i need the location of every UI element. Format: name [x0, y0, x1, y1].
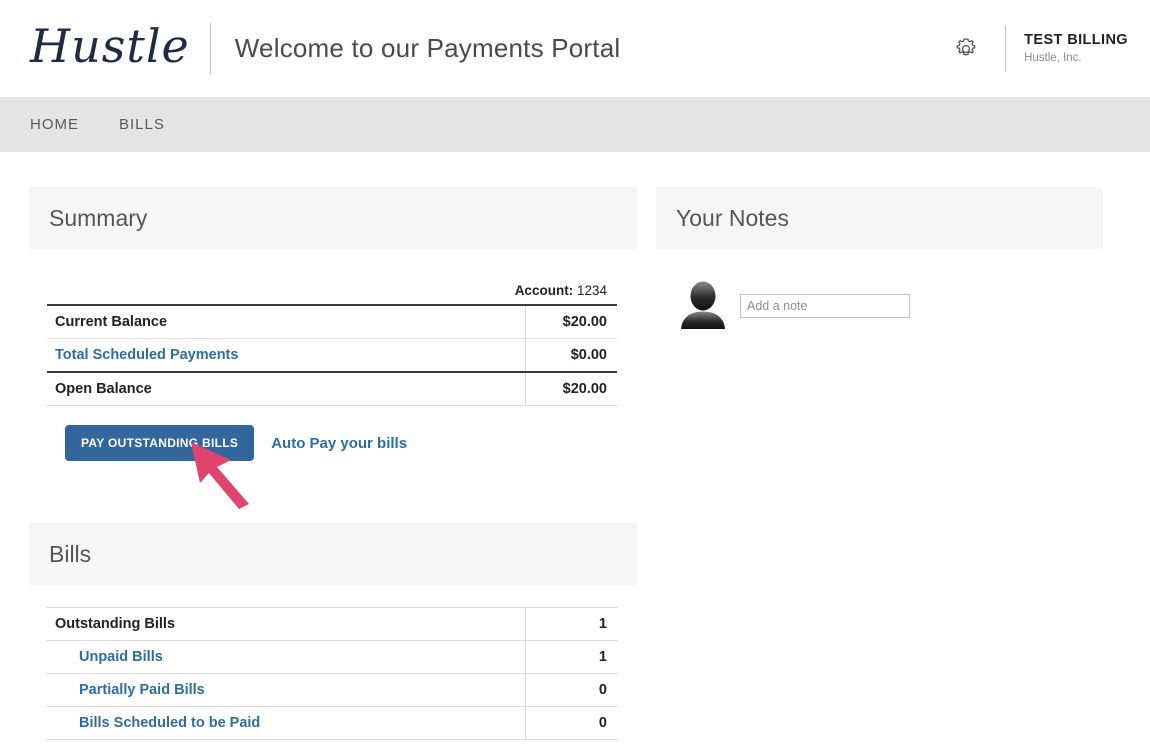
notes-title: Your Notes [676, 204, 789, 231]
header-account-area: TEST BILLING Hustle, Inc. [949, 0, 1128, 97]
page-content: Summary Account: 1234 Current Balance $2… [0, 152, 1150, 740]
gear-icon[interactable] [949, 32, 983, 66]
summary-row-label-2: Open Balance [47, 371, 525, 406]
table-row: Current Balance $20.00 [47, 304, 617, 339]
brand-logo[interactable]: Hustle [30, 23, 190, 75]
left-column: Summary Account: 1234 Current Balance $2… [0, 187, 637, 740]
notes-body [656, 249, 1103, 333]
auto-pay-link[interactable]: Auto Pay your bills [271, 435, 407, 452]
account-name: TEST BILLING [1024, 32, 1128, 49]
summary-row-value-1: $0.00 [524, 338, 617, 372]
bills-row-value-2: 0 [524, 673, 617, 707]
account-number-value: 1234 [576, 283, 607, 298]
summary-actions: PAY OUTSTANDING BILLS Auto Pay your bill… [47, 406, 617, 509]
table-row: Partially Paid Bills 0 [47, 673, 617, 707]
notes-panel: Your Notes [656, 187, 1103, 333]
summary-row-value-0: $20.00 [524, 304, 617, 339]
page-header: Hustle Welcome to our Payments Portal TE… [0, 0, 1150, 97]
bills-table-wrap: Outstanding Bills 1 Unpaid Bills 1 Parti… [29, 585, 637, 740]
bills-row-label-2[interactable]: Partially Paid Bills [47, 673, 525, 707]
summary-table: Current Balance $20.00 Total Scheduled P… [47, 304, 617, 406]
summary-row-label-0: Current Balance [47, 304, 525, 339]
user-avatar-icon [681, 281, 725, 329]
summary-panel: Summary Account: 1234 Current Balance $2… [29, 187, 637, 509]
welcome-title: Welcome to our Payments Portal [234, 33, 621, 63]
summary-row-value-2: $20.00 [524, 371, 617, 406]
bills-row-label-1[interactable]: Unpaid Bills [47, 640, 525, 674]
nav-item-home[interactable]: HOME [30, 116, 79, 133]
notes-panel-header: Your Notes [656, 187, 1103, 249]
header-divider [209, 22, 211, 75]
summary-table-wrap: Account: 1234 Current Balance $20.00 Tot… [29, 249, 637, 509]
account-label-text: Account: [514, 283, 574, 298]
add-note-input[interactable] [740, 294, 910, 318]
summary-row-label-1[interactable]: Total Scheduled Payments [47, 338, 525, 372]
table-row: Total Scheduled Payments $0.00 [47, 338, 617, 372]
account-org: Hustle, Inc. [1024, 52, 1082, 65]
account-block[interactable]: TEST BILLING Hustle, Inc. [1024, 31, 1128, 66]
bills-row-value-3: 0 [524, 706, 617, 740]
gear-icon-glyph [956, 37, 976, 55]
table-row: Open Balance $20.00 [47, 371, 617, 406]
summary-title: Summary [49, 204, 148, 231]
bills-row-value-1: 1 [524, 640, 617, 674]
bills-panel-header: Bills [29, 523, 637, 585]
bills-panel: Bills Outstanding Bills 1 Unpaid Bills 1 [29, 523, 637, 740]
bills-row-value-0: 1 [524, 607, 617, 641]
table-row: Bills Scheduled to be Paid 0 [47, 706, 617, 740]
table-row: Outstanding Bills 1 [47, 607, 617, 641]
bills-title: Bills [49, 540, 92, 567]
table-row: Unpaid Bills 1 [47, 640, 617, 674]
account-number-label: Account: 1234 [47, 249, 617, 304]
right-column: Your Notes [656, 187, 1103, 740]
pay-outstanding-bills-button[interactable]: PAY OUTSTANDING BILLS [65, 425, 255, 461]
main-navigation: HOME BILLS [0, 97, 1150, 152]
bills-row-label-0: Outstanding Bills [47, 607, 525, 641]
bills-row-label-3[interactable]: Bills Scheduled to be Paid [47, 706, 525, 740]
summary-panel-header: Summary [29, 187, 637, 249]
bills-table: Outstanding Bills 1 Unpaid Bills 1 Parti… [47, 607, 617, 740]
nav-item-bills[interactable]: BILLS [119, 116, 165, 133]
account-divider [1005, 25, 1007, 72]
